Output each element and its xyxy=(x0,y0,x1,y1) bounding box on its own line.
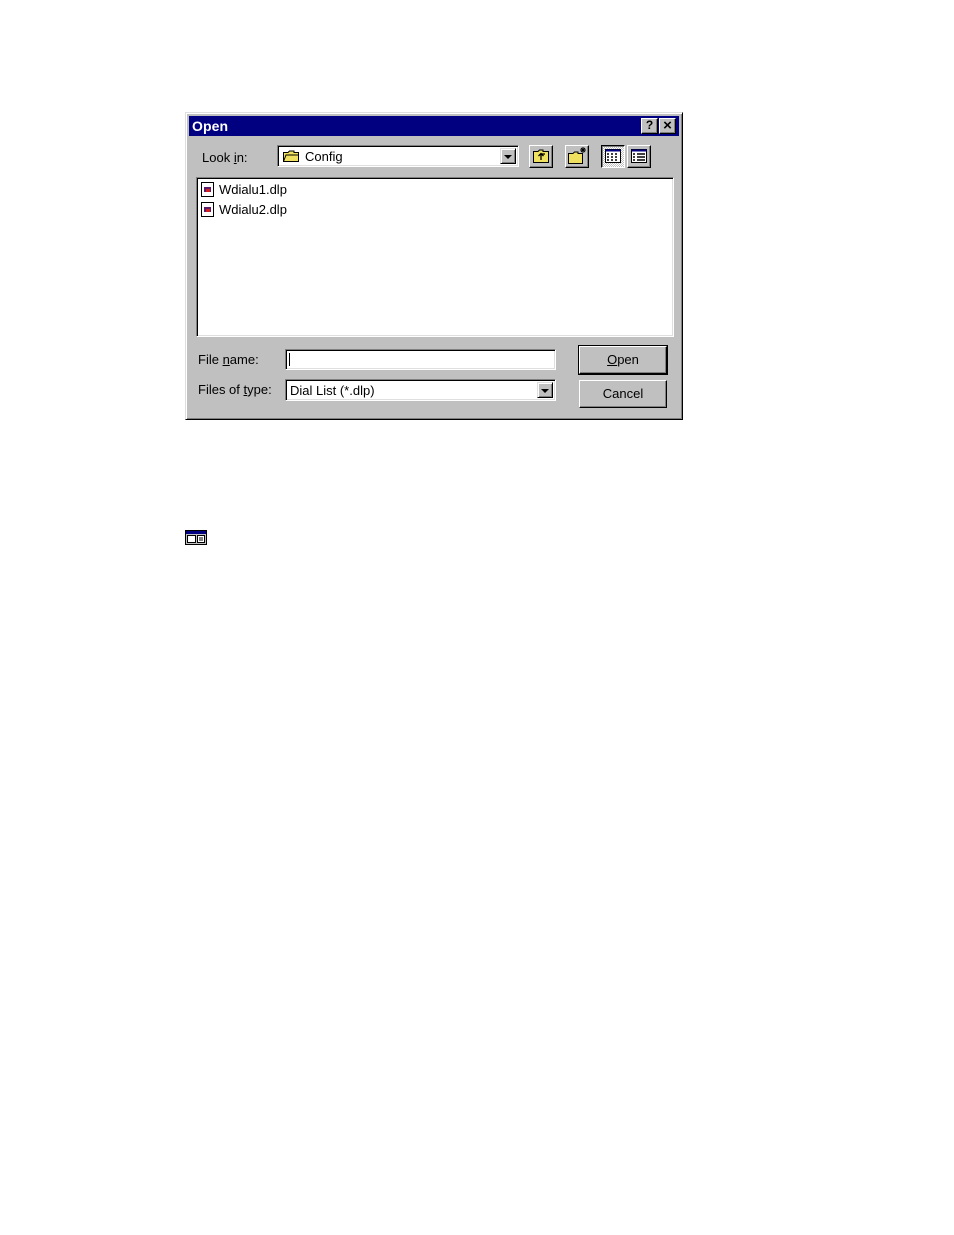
files-of-type-dropdown[interactable]: Dial List (*.dlp) xyxy=(285,379,556,401)
file-name-text: Wdialu1.dlp xyxy=(219,182,287,197)
new-folder-icon xyxy=(568,147,586,164)
title-bar[interactable]: Open ? × xyxy=(189,116,679,136)
open-button[interactable]: Open xyxy=(578,345,668,375)
up-one-level-button[interactable] xyxy=(529,145,553,168)
details-view-button[interactable] xyxy=(627,145,651,168)
file-name-text: Wdialu2.dlp xyxy=(219,202,287,217)
cancel-button[interactable]: Cancel xyxy=(579,380,667,408)
file-list[interactable]: Wdialu1.dlp Wdialu2.dlp xyxy=(196,177,674,337)
close-button[interactable]: × xyxy=(659,118,676,134)
list-view-button[interactable] xyxy=(601,145,625,168)
file-name-input[interactable] xyxy=(285,349,556,370)
dial-list-file-icon xyxy=(201,182,214,197)
dialog-window-icon xyxy=(185,530,207,545)
files-of-type-dropdown-button[interactable] xyxy=(537,382,553,398)
open-dialog: Open ? × Look in: Config Wdialu1.dlp Wdi… xyxy=(185,112,683,420)
look-in-label: Look in: xyxy=(202,150,248,165)
text-caret xyxy=(289,353,290,366)
files-of-type-label: Files of type: xyxy=(198,382,272,397)
file-name-label: File name: xyxy=(198,352,259,367)
create-new-folder-button[interactable] xyxy=(565,145,589,168)
look-in-value: Config xyxy=(305,149,343,164)
folder-icon xyxy=(283,150,299,162)
dial-list-file-icon xyxy=(201,202,214,217)
list-view-icon xyxy=(605,149,621,163)
files-of-type-value: Dial List (*.dlp) xyxy=(290,383,375,398)
details-view-icon xyxy=(631,149,647,163)
look-in-dropdown[interactable]: Config xyxy=(277,145,519,167)
dialog-title: Open xyxy=(192,118,229,134)
look-in-dropdown-button[interactable] xyxy=(500,148,516,164)
up-folder-icon xyxy=(533,149,549,163)
help-button[interactable]: ? xyxy=(641,118,658,134)
